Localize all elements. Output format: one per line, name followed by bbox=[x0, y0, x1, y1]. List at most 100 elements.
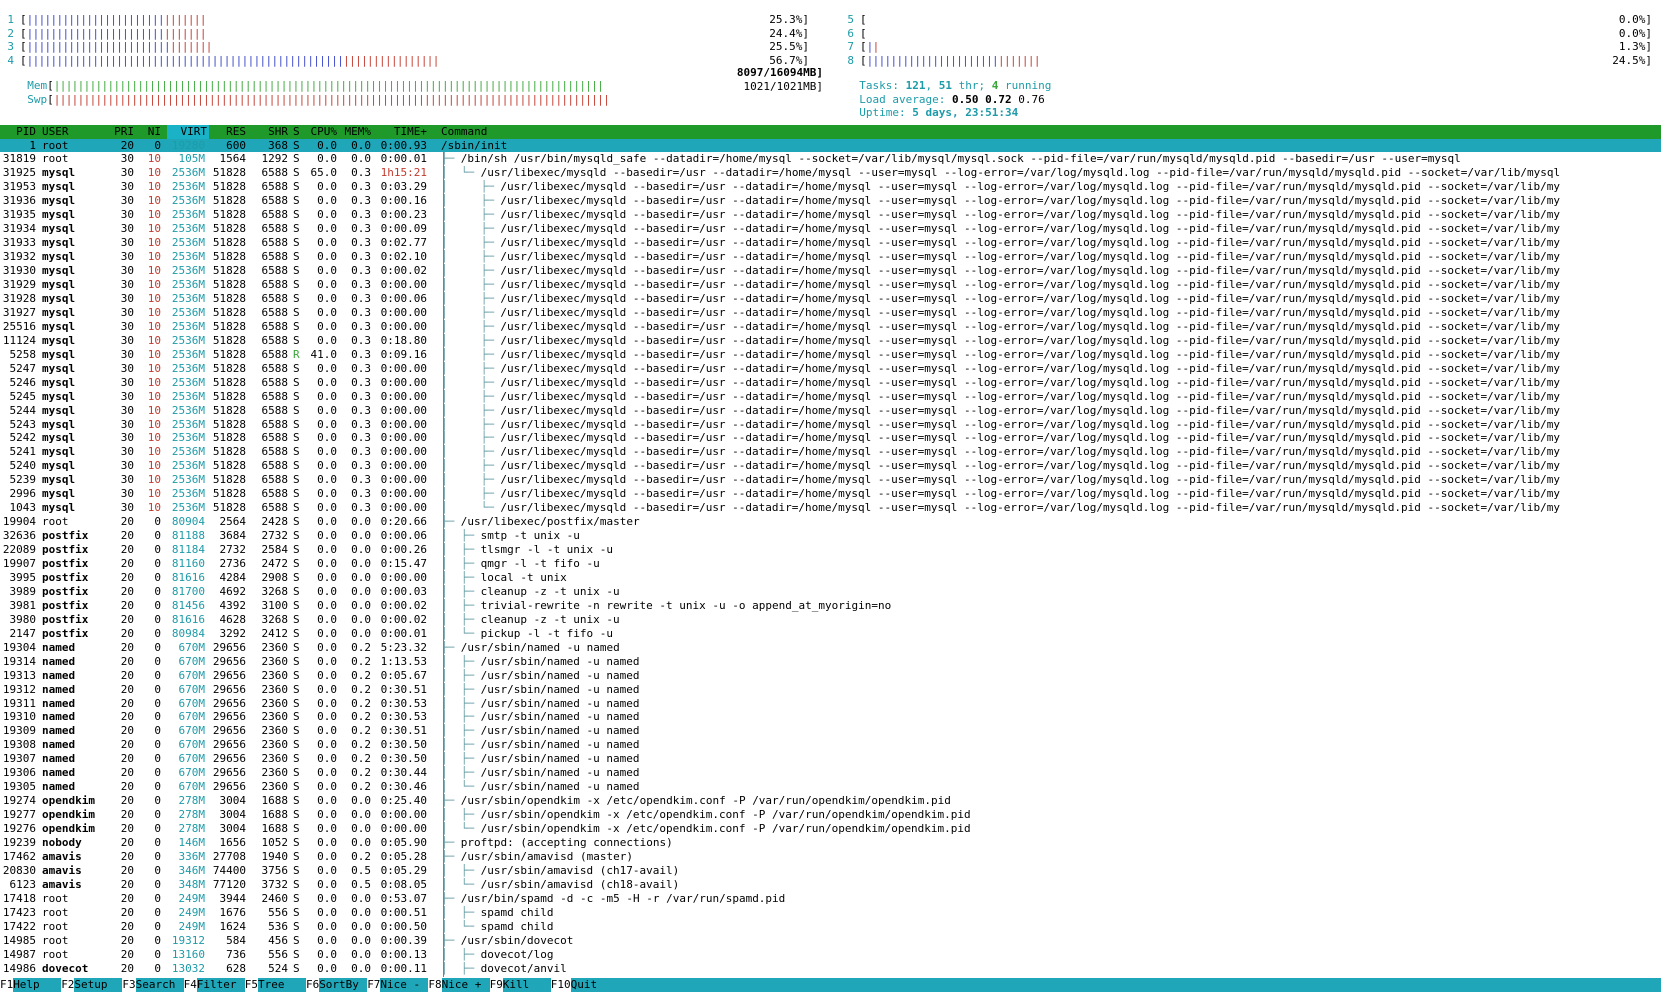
col-pri[interactable]: PRI bbox=[110, 125, 134, 139]
process-row[interactable]: 1 root 20 0 19280 600 368 S 0.0 0.0 0:00.93/sbin/i… bbox=[0, 139, 1661, 152]
process-row[interactable]: 5242 mysql 30 10 2536M 51828 6588 S 0.0 0.3 0:00.0… bbox=[0, 431, 1661, 444]
process-row[interactable]: 17422 root 20 0 249M 1624 536 S 0.0 0.0 0:00.50 │ └… bbox=[0, 920, 1661, 933]
process-row[interactable]: 5247 mysql 30 10 2536M 51828 6588 S 0.0 0.3 0:00.0… bbox=[0, 362, 1661, 375]
process-row[interactable]: 5246 mysql 30 10 2536M 51828 6588 S 0.0 0.3 0:00.0… bbox=[0, 376, 1661, 389]
cell-ni: 10 bbox=[147, 403, 161, 417]
process-row[interactable]: 31953 mysql 30 10 2536M 51828 6588 S 0.0 0.3 0:03.… bbox=[0, 180, 1661, 193]
process-row[interactable]: 22089 postfix 20 0 81184 2732 2584 S 0.0 0.0 0:00.… bbox=[0, 543, 1661, 556]
fkey-f9[interactable]: F9 bbox=[489, 978, 503, 992]
fkey-label-sortby[interactable]: SortBy bbox=[319, 978, 359, 992]
process-row[interactable]: 19239 nobody 20 0 146M 1656 1052 S 0.0 0.0 0:05.90… bbox=[0, 836, 1661, 849]
process-row[interactable]: 5240 mysql 30 10 2536M 51828 6588 S 0.0 0.3 0:00.0… bbox=[0, 459, 1661, 472]
col-user[interactable]: USER bbox=[42, 125, 69, 139]
fkey-f3[interactable]: F3 bbox=[122, 978, 136, 992]
fkey-label-help[interactable]: Help bbox=[13, 978, 40, 992]
process-row[interactable]: 31819 root 30 10 105M 1564 1292 S 0.0 0.0 0:00.01 ├… bbox=[0, 152, 1661, 165]
fkey-f10[interactable]: F10 bbox=[550, 978, 571, 992]
cell-pri: 30 bbox=[120, 459, 134, 473]
col-time[interactable]: TIME+ bbox=[385, 125, 427, 139]
cell-ni: 0 bbox=[154, 696, 161, 710]
fkey-f4[interactable]: F4 bbox=[183, 978, 197, 992]
cell-cpu: 0.0 bbox=[317, 724, 337, 738]
process-row[interactable]: 2996 mysql 30 10 2536M 51828 6588 S 0.0 0.3 0:00.0… bbox=[0, 487, 1661, 500]
cell-s: S bbox=[293, 780, 300, 794]
process-row[interactable]: 20830 amavis 20 0 346M 74400 3756 S 0.0 0.5 0:05.2… bbox=[0, 864, 1661, 877]
fkey-f2[interactable]: F2 bbox=[61, 978, 75, 992]
col-virt[interactable]: VIRT bbox=[167, 125, 209, 139]
process-row[interactable]: 31934 mysql 30 10 2536M 51828 6588 S 0.0 0.3 0:00.… bbox=[0, 222, 1661, 235]
process-row[interactable]: 19312 named 20 0 670M 29656 2360 S 0.0 0.2 0:30.51… bbox=[0, 683, 1661, 696]
process-row[interactable]: 5245 mysql 30 10 2536M 51828 6588 S 0.0 0.3 0:00.0… bbox=[0, 390, 1661, 403]
col-res[interactable]: RES bbox=[210, 125, 246, 139]
fkey-label-nice[interactable]: Nice - bbox=[380, 978, 420, 992]
process-row[interactable]: 3989 postfix 20 0 81700 4692 3268 S 0.0 0.0 0:00.0… bbox=[0, 585, 1661, 598]
fkey-label-tree[interactable]: Tree bbox=[258, 978, 285, 992]
process-row[interactable]: 19314 named 20 0 670M 29656 2360 S 0.0 0.2 1:13.53… bbox=[0, 655, 1661, 668]
process-row[interactable]: 6123 amavis 20 0 348M 77120 3732 S 0.0 0.5 0:08.05… bbox=[0, 878, 1661, 891]
col-shr[interactable]: SHR bbox=[258, 125, 288, 139]
process-row[interactable]: 3995 postfix 20 0 81616 4284 2908 S 0.0 0.0 0:00.0… bbox=[0, 571, 1661, 584]
process-row[interactable]: 5241 mysql 30 10 2536M 51828 6588 S 0.0 0.3 0:00.0… bbox=[0, 445, 1661, 458]
process-row[interactable]: 31932 mysql 30 10 2536M 51828 6588 S 0.0 0.3 0:02.… bbox=[0, 250, 1661, 263]
col-cpu[interactable]: CPU% bbox=[307, 125, 338, 139]
fkey-f1[interactable]: F1 bbox=[0, 978, 14, 992]
process-row[interactable]: 31935 mysql 30 10 2536M 51828 6588 S 0.0 0.3 0:00.… bbox=[0, 208, 1661, 221]
cell-res: 4692 bbox=[219, 584, 247, 598]
fkey-label-search[interactable]: Search bbox=[136, 978, 176, 992]
process-row[interactable]: 14986 dovecot 20 0 13032 628 524 S 0.0 0.0 0:00.11… bbox=[0, 962, 1661, 975]
fkey-label-kill[interactable]: Kill bbox=[503, 978, 530, 992]
process-row[interactable]: 31936 mysql 30 10 2536M 51828 6588 S 0.0 0.3 0:00.… bbox=[0, 194, 1661, 207]
process-row[interactable]: 19305 named 20 0 670M 29656 2360 S 0.0 0.2 0:30.46… bbox=[0, 780, 1661, 793]
process-row[interactable]: 2147 postfix 20 0 80984 3292 2412 S 0.0 0.0 0:00.0… bbox=[0, 627, 1661, 640]
col-command[interactable]: Command bbox=[441, 125, 487, 139]
process-row[interactable]: 19904 root 20 0 80904 2564 2428 S 0.0 0.0 0:20.66 ├… bbox=[0, 515, 1661, 528]
process-row[interactable]: 19304 named 20 0 670M 29656 2360 S 0.0 0.2 5:23.32… bbox=[0, 641, 1661, 654]
process-row[interactable]: 14985 root 20 0 19312 584 456 S 0.0 0.0 0:00.39 ├─ … bbox=[0, 934, 1661, 947]
process-row[interactable]: 31929 mysql 30 10 2536M 51828 6588 S 0.0 0.3 0:00.… bbox=[0, 278, 1661, 291]
cell-user: postfix bbox=[42, 584, 89, 598]
fkey-label-quit[interactable]: Quit bbox=[571, 978, 598, 992]
fkey-label-nice[interactable]: Nice + bbox=[442, 978, 482, 992]
process-row[interactable]: 3981 postfix 20 0 81456 4392 3100 S 0.0 0.0 0:00.0… bbox=[0, 599, 1661, 612]
process-row[interactable]: 19306 named 20 0 670M 29656 2360 S 0.0 0.2 0:30.44… bbox=[0, 766, 1661, 779]
process-row[interactable]: 19277 opendkim 20 0 278M 3004 1688 S 0.0 0.0 0:00.… bbox=[0, 808, 1661, 821]
process-row[interactable]: 5239 mysql 30 10 2536M 51828 6588 S 0.0 0.3 0:00.0… bbox=[0, 473, 1661, 486]
process-row[interactable]: 19309 named 20 0 670M 29656 2360 S 0.0 0.2 0:30.51… bbox=[0, 724, 1661, 737]
process-row[interactable]: 3980 postfix 20 0 81616 4628 3268 S 0.0 0.0 0:00.0… bbox=[0, 613, 1661, 626]
process-row[interactable]: 19307 named 20 0 670M 29656 2360 S 0.0 0.2 0:30.50… bbox=[0, 752, 1661, 765]
process-row[interactable]: 17462 amavis 20 0 336M 27708 1940 S 0.0 0.2 0:05.2… bbox=[0, 850, 1661, 863]
col-pid[interactable]: PID bbox=[10, 125, 36, 139]
process-row[interactable]: 31927 mysql 30 10 2536M 51828 6588 S 0.0 0.3 0:00.… bbox=[0, 306, 1661, 319]
col-mem[interactable]: MEM% bbox=[341, 125, 372, 139]
fkey-f6[interactable]: F6 bbox=[306, 978, 320, 992]
process-row[interactable]: 5244 mysql 30 10 2536M 51828 6588 S 0.0 0.3 0:00.0… bbox=[0, 404, 1661, 417]
process-row[interactable]: 19308 named 20 0 670M 29656 2360 S 0.0 0.2 0:30.50… bbox=[0, 738, 1661, 751]
process-row[interactable]: 32636 postfix 20 0 81188 3684 2732 S 0.0 0.0 0:00.… bbox=[0, 529, 1661, 542]
process-row[interactable]: 5243 mysql 30 10 2536M 51828 6588 S 0.0 0.3 0:00.0… bbox=[0, 418, 1661, 431]
fkey-f5[interactable]: F5 bbox=[244, 978, 259, 992]
process-row[interactable]: 17423 root 20 0 249M 1676 556 S 0.0 0.0 0:00.51 │ ├… bbox=[0, 906, 1661, 919]
process-row[interactable]: 11124 mysql 30 10 2536M 51828 6588 S 0.0 0.3 0:18.… bbox=[0, 334, 1661, 347]
process-row[interactable]: 31930 mysql 30 10 2536M 51828 6588 S 0.0 0.3 0:00.… bbox=[0, 264, 1661, 277]
process-row[interactable]: 31933 mysql 30 10 2536M 51828 6588 S 0.0 0.3 0:02.… bbox=[0, 236, 1661, 249]
fkey-label-setup[interactable]: Setup bbox=[74, 978, 107, 992]
fkey-f7[interactable]: F7 bbox=[367, 978, 381, 992]
process-row[interactable]: 5258 mysql 30 10 2536M 51828 6588 R 41.0 0.3 0:09.… bbox=[0, 348, 1661, 361]
col-ni[interactable]: NI bbox=[143, 125, 161, 139]
process-row[interactable]: 17418 root 20 0 249M 3944 2460 S 0.0 0.0 0:53.07 ├─… bbox=[0, 892, 1661, 905]
process-row[interactable]: 19313 named 20 0 670M 29656 2360 S 0.0 0.2 0:05.67… bbox=[0, 669, 1661, 682]
process-row[interactable]: 25516 mysql 30 10 2536M 51828 6588 S 0.0 0.3 0:00.… bbox=[0, 320, 1661, 333]
cell-mem: 0.3 bbox=[351, 166, 371, 180]
fkey-label-filter[interactable]: Filter bbox=[197, 978, 237, 992]
process-row[interactable]: 19274 opendkim 20 0 278M 3004 1688 S 0.0 0.0 0:25.… bbox=[0, 794, 1661, 807]
process-row[interactable]: 14987 root 20 0 13160 736 556 S 0.0 0.0 0:00.13 │ ├… bbox=[0, 948, 1661, 961]
process-row[interactable]: 31925 mysql 30 10 2536M 51828 6588 S 65.0 0.3 1h15… bbox=[0, 166, 1661, 179]
process-row[interactable]: 19311 named 20 0 670M 29656 2360 S 0.0 0.2 0:30.53… bbox=[0, 697, 1661, 710]
process-row[interactable]: 19276 opendkim 20 0 278M 3004 1688 S 0.0 0.0 0:00.… bbox=[0, 822, 1661, 835]
process-row[interactable]: 1043 mysql 30 10 2536M 51828 6588 S 0.0 0.3 0:00.0… bbox=[0, 501, 1661, 514]
col-state[interactable]: S bbox=[293, 125, 300, 139]
process-row[interactable]: 31928 mysql 30 10 2536M 51828 6588 S 0.0 0.3 0:00.… bbox=[0, 292, 1661, 305]
fkey-f8[interactable]: F8 bbox=[428, 978, 442, 992]
process-row[interactable]: 19310 named 20 0 670M 29656 2360 S 0.0 0.2 0:30.53… bbox=[0, 710, 1661, 723]
process-row[interactable]: 19907 postfix 20 0 81160 2736 2472 S 0.0 0.0 0:15.… bbox=[0, 557, 1661, 570]
